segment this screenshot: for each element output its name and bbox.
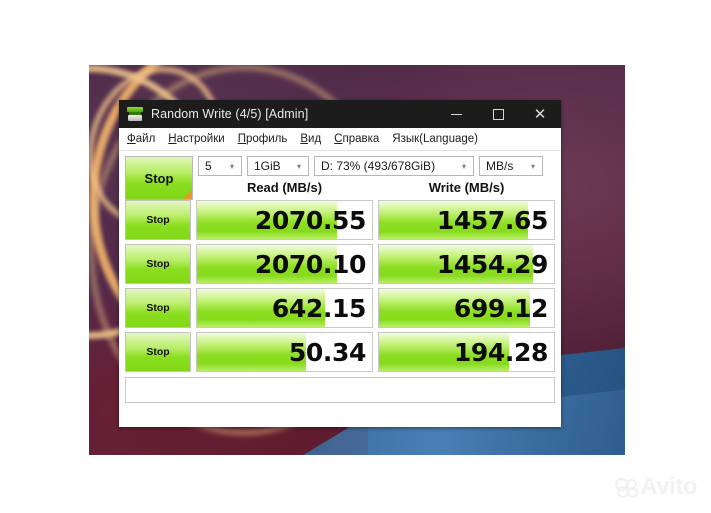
- menu-item-view-label: ид: [308, 133, 322, 145]
- menu-item-help[interactable]: Справка: [334, 133, 379, 145]
- row-stop-button[interactable]: Stop: [125, 288, 191, 328]
- window-title: Random Write (4/5) [Admin]: [151, 107, 309, 121]
- row-stop-button[interactable]: Stop: [125, 332, 191, 372]
- menu-item-help-label: правка: [342, 133, 380, 145]
- write-value: 194.28: [453, 337, 548, 367]
- read-result-cell[interactable]: 2070.10: [196, 244, 373, 284]
- menu-item-view[interactable]: Вид: [300, 133, 321, 145]
- read-result-cell[interactable]: 2070.55: [196, 200, 373, 240]
- write-result-cell[interactable]: 699.12: [378, 288, 555, 328]
- menu-item-file[interactable]: Файл: [127, 133, 155, 145]
- toolbar: Stop 5 ▾ 1GiB ▾ D: 73% (493/678GiB) ▾ MB…: [125, 156, 555, 200]
- test-size-select[interactable]: 1GiB ▾: [247, 156, 309, 176]
- maximize-icon[interactable]: [477, 100, 519, 128]
- avito-logo-icon: [615, 478, 639, 498]
- table-row: Stop 2070.10 1454.29: [125, 244, 555, 284]
- read-value: 2070.55: [254, 205, 366, 235]
- write-value: 1457.65: [436, 205, 548, 235]
- results-table: Stop 2070.55 1457.65 Stop 2070.10 1454.2…: [125, 200, 555, 372]
- menu-item-profile-label: рофиль: [245, 133, 288, 145]
- chevron-down-icon: ▾: [229, 161, 234, 171]
- menu-item-settings-label: астройки: [176, 133, 225, 145]
- target-drive-value: D: 73% (493/678GiB): [321, 159, 436, 173]
- menu-item-language-label: Язык(Language): [392, 133, 478, 145]
- write-result-cell[interactable]: 1457.65: [378, 200, 555, 240]
- minimize-icon[interactable]: [435, 100, 477, 128]
- write-value: 1454.29: [436, 249, 548, 279]
- window-body: Stop 5 ▾ 1GiB ▾ D: 73% (493/678GiB) ▾ MB…: [119, 151, 561, 427]
- test-size-value: 1GiB: [254, 159, 281, 173]
- read-value: 2070.10: [254, 249, 366, 279]
- target-drive-select[interactable]: D: 73% (493/678GiB) ▾: [314, 156, 474, 176]
- chevron-down-icon: ▾: [461, 161, 466, 171]
- menu-item-profile[interactable]: Профиль: [238, 133, 288, 145]
- read-value: 50.34: [288, 337, 366, 367]
- window-titlebar[interactable]: Random Write (4/5) [Admin] ✕: [119, 100, 561, 128]
- menu-item-language[interactable]: Язык(Language): [392, 133, 478, 145]
- avito-watermark: Avito: [615, 473, 697, 501]
- row-stop-button[interactable]: Stop: [125, 244, 191, 284]
- stop-all-button[interactable]: Stop: [125, 156, 193, 200]
- test-count-select[interactable]: 5 ▾: [198, 156, 242, 176]
- avito-watermark-label: Avito: [640, 473, 697, 500]
- read-result-cell[interactable]: 642.15: [196, 288, 373, 328]
- read-value: 642.15: [271, 293, 366, 323]
- write-result-cell[interactable]: 1454.29: [378, 244, 555, 284]
- menubar: Файл Настройки Профиль Вид Справка Язык(…: [119, 128, 561, 151]
- unit-select[interactable]: MB/s ▾: [479, 156, 543, 176]
- close-icon[interactable]: ✕: [519, 100, 561, 128]
- table-row: Stop 2070.55 1457.65: [125, 200, 555, 240]
- read-result-cell[interactable]: 50.34: [196, 332, 373, 372]
- chevron-down-icon: ▾: [296, 161, 301, 171]
- chevron-down-icon: ▾: [530, 161, 535, 171]
- table-row: Stop 50.34 194.28: [125, 332, 555, 372]
- disk-drive-icon: [127, 106, 143, 122]
- test-count-value: 5: [205, 159, 212, 173]
- write-result-cell[interactable]: 194.28: [378, 332, 555, 372]
- write-value: 699.12: [453, 293, 548, 323]
- menu-item-file-label: айл: [135, 133, 156, 145]
- status-bar: [125, 377, 555, 403]
- read-column-header: Read (MB/s): [246, 180, 323, 195]
- crystaldiskmark-window: Random Write (4/5) [Admin] ✕ Файл Настро…: [119, 100, 561, 427]
- menu-item-settings[interactable]: Настройки: [168, 133, 224, 145]
- write-column-header: Write (MB/s): [428, 180, 505, 195]
- unit-value: MB/s: [486, 159, 514, 173]
- row-stop-button[interactable]: Stop: [125, 200, 191, 240]
- table-row: Stop 642.15 699.12: [125, 288, 555, 328]
